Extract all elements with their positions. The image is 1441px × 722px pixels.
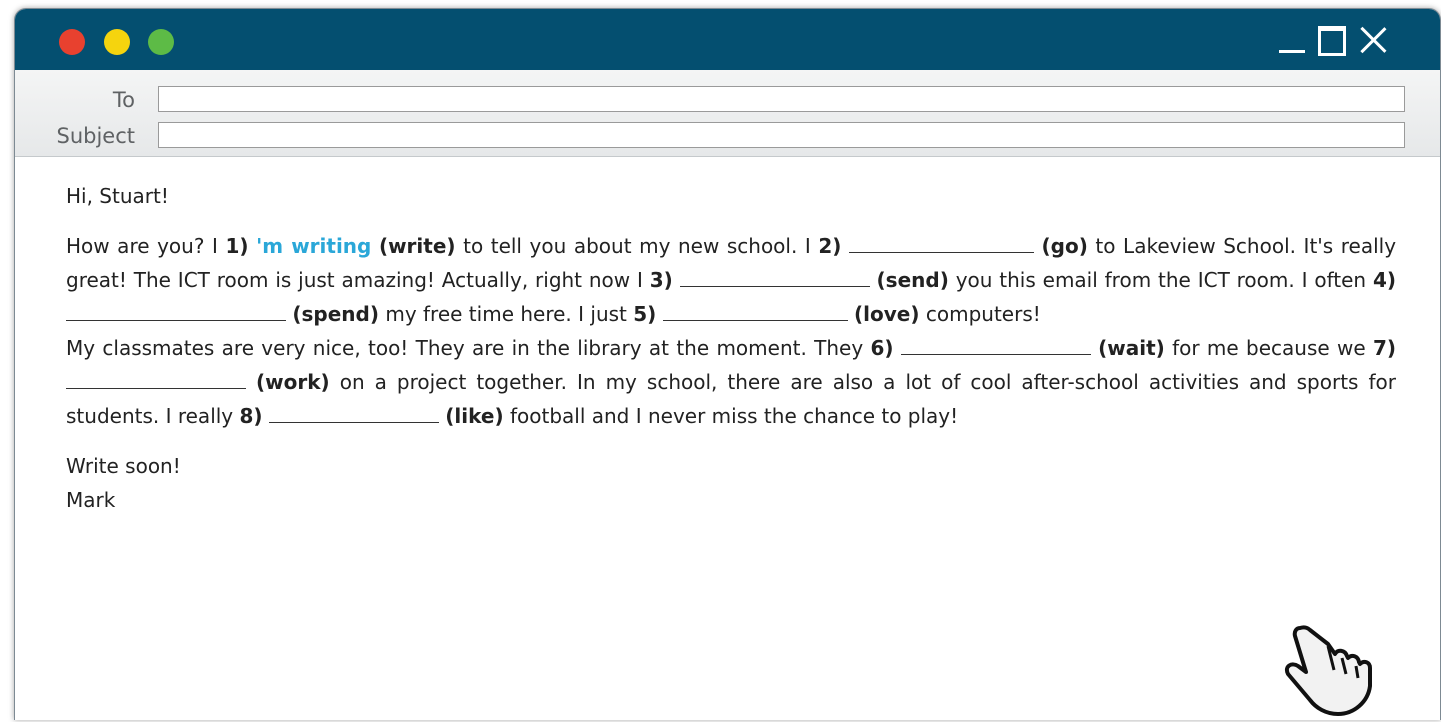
text-segment: you this email from the ICT room. I ofte…: [948, 268, 1373, 292]
text-segment: to tell you about my new school. I: [455, 234, 819, 258]
email-header: To Subject: [15, 70, 1440, 157]
closing: Write soon!: [66, 454, 181, 478]
minimize-icon[interactable]: [1279, 23, 1305, 57]
hint-1: (write): [378, 234, 456, 258]
text-segment: football and I never miss the chance to …: [503, 404, 959, 428]
hand-pointer-icon: [1285, 625, 1372, 716]
minimize-dot-icon[interactable]: [104, 29, 130, 55]
text-segment: My classmates are very nice, too! They a…: [66, 336, 871, 360]
answer-1: 'm writing: [256, 234, 372, 258]
maximize-icon[interactable]: [1318, 26, 1346, 56]
gap-number-7: 7): [1372, 336, 1397, 360]
gap-number-5: 5): [633, 302, 657, 326]
signature: Mark: [66, 488, 116, 512]
close-dot-icon[interactable]: [59, 29, 85, 55]
subject-label: Subject: [56, 124, 135, 148]
gap-number-2: 2): [818, 234, 842, 258]
gap-number-4: 4): [1372, 268, 1396, 292]
text-segment: How are you? I: [66, 234, 226, 258]
blank-8[interactable]: [268, 400, 439, 423]
hint-2: (go): [1041, 234, 1088, 258]
email-window: To Subject Hi, Stuart! How are you? I 1)…: [14, 8, 1441, 720]
hint-5: (love): [854, 302, 920, 326]
text-segment: my free time here. I just: [378, 302, 634, 326]
blank-6[interactable]: [900, 332, 1091, 355]
gap-number-3: 3): [649, 268, 673, 292]
to-label: To: [112, 88, 135, 112]
close-icon[interactable]: [1358, 25, 1388, 55]
subject-field[interactable]: [158, 122, 1405, 148]
hint-7: (work): [256, 370, 330, 394]
greeting: Hi, Stuart!: [66, 184, 169, 208]
hint-3: (send): [876, 268, 949, 292]
title-bar: [15, 9, 1440, 70]
hint-8: (like): [445, 404, 504, 428]
hint-6: (wait): [1098, 336, 1165, 360]
paragraph-2: My classmates are very nice, too! They a…: [66, 331, 1396, 433]
email-body[interactable]: Hi, Stuart! How are you? I 1) 'm writing…: [66, 179, 1396, 517]
blank-7[interactable]: [66, 366, 246, 389]
blank-2[interactable]: [848, 230, 1034, 253]
blank-4[interactable]: [66, 298, 286, 321]
to-field[interactable]: [158, 86, 1405, 112]
zoom-dot-icon[interactable]: [148, 29, 174, 55]
paragraph-1: How are you? I 1) 'm writing (write) to …: [66, 229, 1396, 331]
text-segment: for me because we: [1164, 336, 1373, 360]
blank-5[interactable]: [662, 298, 848, 321]
text-segment: computers!: [919, 302, 1041, 326]
gap-number-1: 1): [225, 234, 249, 258]
gap-number-8: 8): [239, 404, 263, 428]
hint-4: (spend): [292, 302, 379, 326]
gap-number-6: 6): [870, 336, 894, 360]
blank-3[interactable]: [679, 264, 870, 287]
